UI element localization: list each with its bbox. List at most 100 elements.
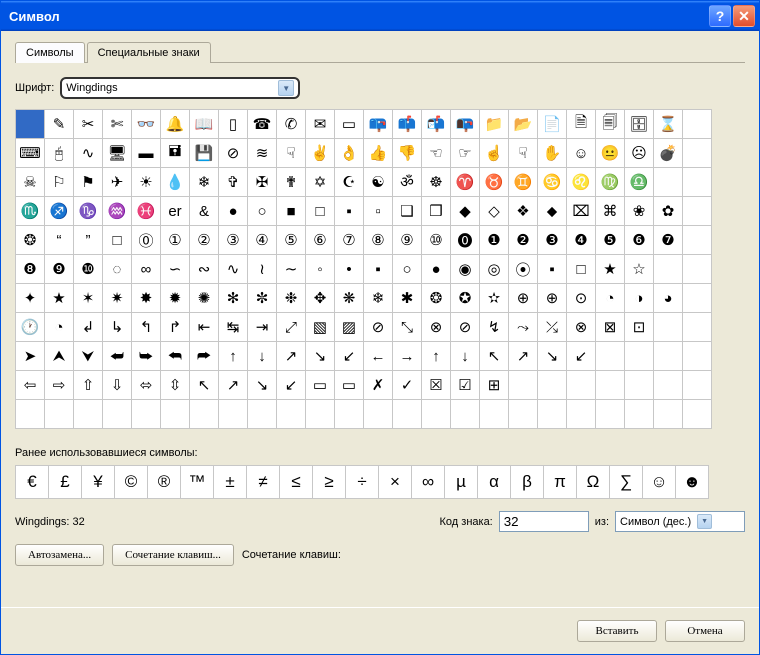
symbol-cell[interactable]: ∿	[74, 139, 103, 168]
symbol-cell[interactable]	[190, 400, 219, 429]
symbol-cell[interactable]	[567, 371, 596, 400]
symbol-cell[interactable]: ▭	[335, 371, 364, 400]
symbol-cell[interactable]: 👎	[393, 139, 422, 168]
symbol-cell[interactable]: ▭	[335, 110, 364, 139]
recent-cell[interactable]: ¥	[82, 466, 115, 499]
symbol-cell[interactable]	[45, 400, 74, 429]
symbol-cell[interactable]: ✂	[74, 110, 103, 139]
symbol-cell[interactable]: ↙	[277, 371, 306, 400]
symbol-cell[interactable]: □	[103, 226, 132, 255]
symbol-cell[interactable]: 🗐	[596, 110, 625, 139]
symbol-cell[interactable]: ☠	[16, 168, 45, 197]
symbol-cell[interactable]: □	[567, 255, 596, 284]
symbol-cell[interactable]: ✺	[190, 284, 219, 313]
symbol-cell[interactable]: ”	[74, 226, 103, 255]
symbol-cell[interactable]: ⇥	[248, 313, 277, 342]
symbol-cell[interactable]	[451, 400, 480, 429]
symbol-cell[interactable]: ⬥	[538, 197, 567, 226]
symbol-cell[interactable]: ❉	[277, 284, 306, 313]
symbol-cell[interactable]	[16, 110, 45, 139]
symbol-cell[interactable]: ↙	[567, 342, 596, 371]
symbol-cell[interactable]: ↖	[480, 342, 509, 371]
symbol-cell[interactable]: “	[45, 226, 74, 255]
recent-cell[interactable]: ≥	[313, 466, 346, 499]
symbol-cell[interactable]: ❂	[16, 226, 45, 255]
symbol-cell[interactable]: ⤰	[538, 313, 567, 342]
symbol-cell[interactable]: ♐	[45, 197, 74, 226]
symbol-cell[interactable]: ✗	[364, 371, 393, 400]
symbol-cell[interactable]: ↓	[248, 342, 277, 371]
symbol-cell[interactable]: ⓿	[451, 226, 480, 255]
symbol-cell[interactable]: ⚐	[45, 168, 74, 197]
recent-cell[interactable]: ∑	[610, 466, 643, 499]
symbol-cell[interactable]: ⮝	[45, 342, 74, 371]
symbol-cell[interactable]: ◌	[103, 255, 132, 284]
symbol-cell[interactable]: 🗎	[567, 110, 596, 139]
symbol-cell[interactable]	[683, 110, 712, 139]
symbol-cell[interactable]: 💧	[161, 168, 190, 197]
symbol-cell[interactable]: ♒	[103, 197, 132, 226]
symbol-cell[interactable]: ⌧	[567, 197, 596, 226]
symbol-cell[interactable]	[364, 400, 393, 429]
symbol-cell[interactable]: ⓪	[132, 226, 161, 255]
recent-cell[interactable]: µ	[445, 466, 478, 499]
recent-cell[interactable]: ≤	[280, 466, 313, 499]
symbol-cell[interactable]: ♏	[16, 197, 45, 226]
symbol-cell[interactable]: ❋	[335, 284, 364, 313]
symbol-cell[interactable]	[509, 371, 538, 400]
symbol-cell[interactable]	[161, 400, 190, 429]
symbol-cell[interactable]: ✻	[219, 284, 248, 313]
symbol-cell[interactable]: ◉	[451, 255, 480, 284]
symbol-cell[interactable]: ♓	[132, 197, 161, 226]
recent-cell[interactable]: ±	[214, 466, 247, 499]
symbol-cell[interactable]: ◎	[480, 255, 509, 284]
symbol-cell[interactable]	[683, 168, 712, 197]
symbol-cell[interactable]: 💣	[654, 139, 683, 168]
symbol-cell[interactable]: ▬	[132, 139, 161, 168]
symbol-cell[interactable]	[683, 284, 712, 313]
symbol-cell[interactable]: &	[190, 197, 219, 226]
symbol-cell[interactable]: ⇨	[45, 371, 74, 400]
symbol-cell[interactable]: ●	[219, 197, 248, 226]
symbol-cell[interactable]: ●	[422, 255, 451, 284]
shortcut-button[interactable]: Сочетание клавиш...	[112, 544, 234, 566]
symbol-cell[interactable]	[538, 400, 567, 429]
tab-special[interactable]: Специальные знаки	[87, 42, 211, 63]
symbol-cell[interactable]: ⊗	[422, 313, 451, 342]
symbol-cell[interactable]: ▪	[538, 255, 567, 284]
symbol-cell[interactable]: ✠	[248, 168, 277, 197]
font-select[interactable]: Wingdings ▼	[60, 77, 300, 99]
recent-cell[interactable]: ™	[181, 466, 214, 499]
symbol-cell[interactable]: ↹	[219, 313, 248, 342]
symbol-cell[interactable]: ↯	[480, 313, 509, 342]
symbol-cell[interactable]: ☑	[451, 371, 480, 400]
recent-cell[interactable]: ☺	[643, 466, 676, 499]
symbol-cell[interactable]: ⑦	[335, 226, 364, 255]
symbol-cell[interactable]: ⬄	[132, 371, 161, 400]
symbol-cell[interactable]	[625, 342, 654, 371]
symbol-cell[interactable]	[567, 400, 596, 429]
symbol-cell[interactable]: ⑧	[364, 226, 393, 255]
symbol-cell[interactable]	[625, 400, 654, 429]
symbol-cell[interactable]: ❖	[509, 197, 538, 226]
code-input[interactable]	[499, 511, 589, 532]
symbol-cell[interactable]: ♍	[596, 168, 625, 197]
symbol-cell[interactable]: 🖰	[45, 139, 74, 168]
from-select[interactable]: Символ (дес.) ▼	[615, 511, 745, 532]
symbol-cell[interactable]	[654, 313, 683, 342]
symbol-cell[interactable]: ⑨	[393, 226, 422, 255]
symbol-cell[interactable]: →	[393, 342, 422, 371]
symbol-cell[interactable]: ❄	[364, 284, 393, 313]
symbol-cell[interactable]: ⮨	[103, 342, 132, 371]
symbol-cell[interactable]: ⑩	[422, 226, 451, 255]
symbol-cell[interactable]: ↘	[538, 342, 567, 371]
symbol-cell[interactable]: ▨	[335, 313, 364, 342]
symbol-cell[interactable]: ∼	[277, 255, 306, 284]
symbol-cell[interactable]	[654, 342, 683, 371]
symbol-cell[interactable]: ◕	[654, 284, 683, 313]
symbol-cell[interactable]: 🖥	[103, 139, 132, 168]
symbol-cell[interactable]: ③	[219, 226, 248, 255]
symbol-cell[interactable]: 📂	[509, 110, 538, 139]
symbol-cell[interactable]: 📄	[538, 110, 567, 139]
symbol-cell[interactable]: ❒	[422, 197, 451, 226]
